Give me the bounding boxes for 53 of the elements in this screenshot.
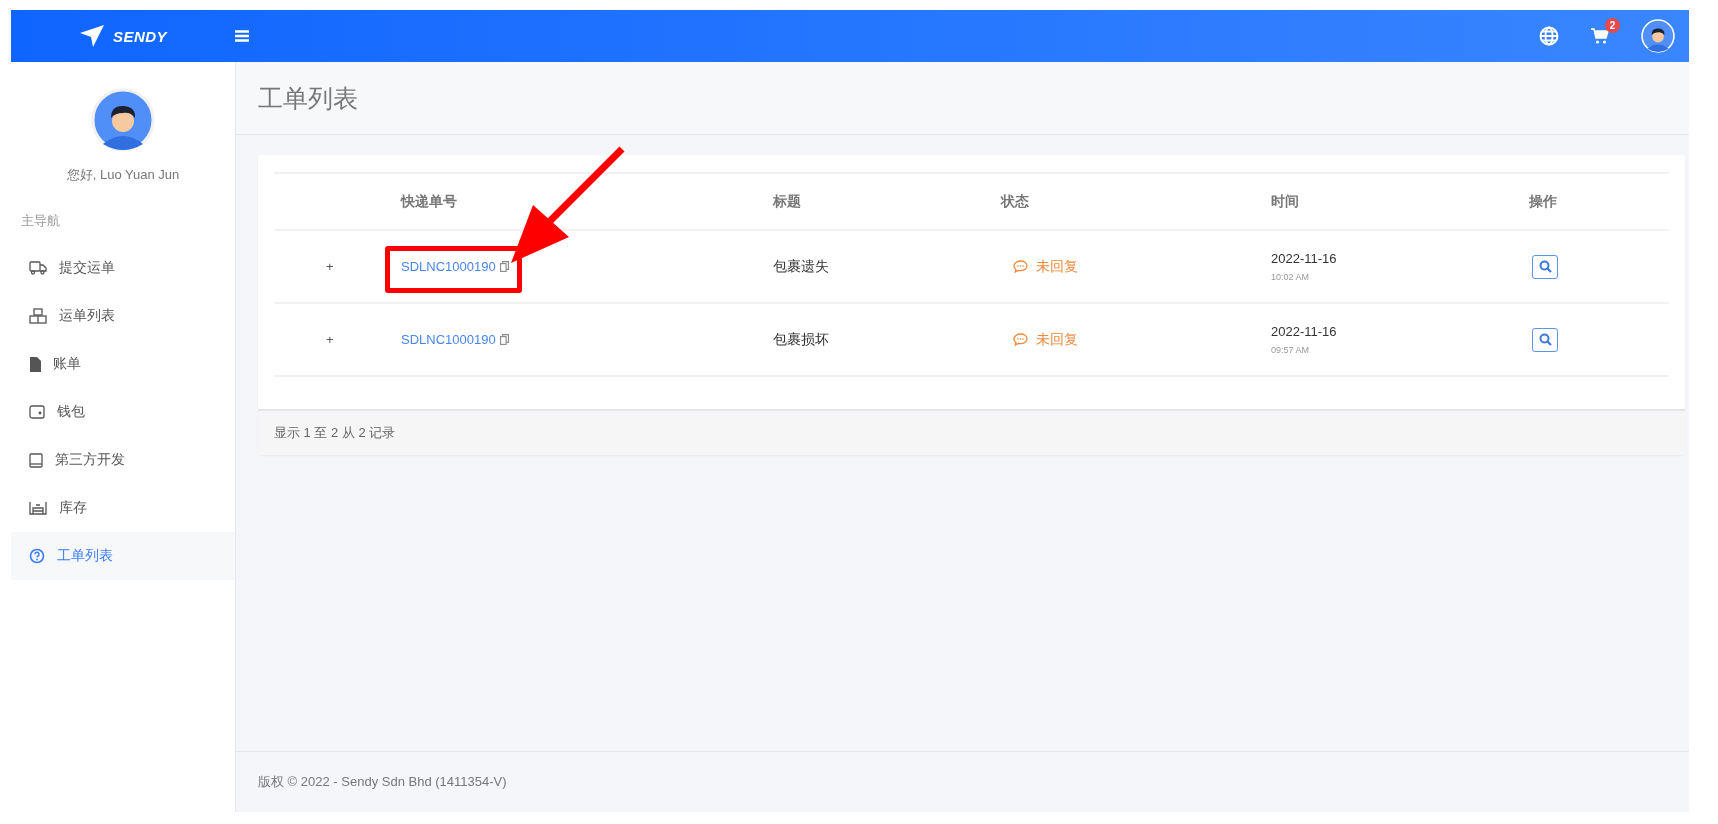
column-header: 状态 xyxy=(1001,192,1029,211)
menu-button[interactable] xyxy=(235,30,249,42)
cart-button[interactable]: 2 xyxy=(1591,18,1620,44)
nav-item[interactable]: 第三方开发 xyxy=(11,436,235,484)
avatar-icon xyxy=(1641,19,1675,53)
book-icon xyxy=(29,452,43,468)
expand-button[interactable]: + xyxy=(326,332,334,347)
paper-plane-icon xyxy=(78,24,105,48)
page-title: 工单列表 xyxy=(258,82,358,114)
tracking-number-link[interactable]: SDLNC1000190 xyxy=(401,259,496,274)
nav-item[interactable]: 钱包 xyxy=(11,388,235,436)
nav-section-label: 主导航 xyxy=(20,212,61,230)
help-icon xyxy=(29,548,45,564)
nav-item[interactable]: 提交运单 xyxy=(11,244,235,292)
user-avatar-button[interactable] xyxy=(1641,19,1675,53)
chat-bubble-icon xyxy=(1013,260,1028,273)
column-header: 时间 xyxy=(1271,192,1299,211)
nav-item[interactable]: 账单 xyxy=(11,340,235,388)
nav-item[interactable]: 工单列表 xyxy=(11,532,235,580)
column-header: 标题 xyxy=(773,192,801,211)
boxes-icon xyxy=(29,308,47,324)
wallet-icon xyxy=(29,405,45,419)
tracking-number-link[interactable]: SDLNC1000190 xyxy=(401,332,496,347)
record-summary: 显示 1 至 2 从 2 记录 xyxy=(274,424,396,442)
status-text: 未回复 xyxy=(1036,330,1078,349)
ticket-time: 10:02 AM xyxy=(1271,272,1311,282)
chat-bubble-icon xyxy=(1013,333,1028,346)
truck-icon xyxy=(29,261,47,275)
copyright-text: 版权 © 2022 - Sendy Sdn Bhd (1411354-V) xyxy=(258,773,507,791)
cart-count-badge: 2 xyxy=(1605,18,1620,33)
search-icon xyxy=(1538,333,1552,346)
ticket-title: 包裹遗失 xyxy=(773,257,830,276)
column-header: 快递单号 xyxy=(401,192,457,211)
invoice-icon xyxy=(29,356,41,372)
search-icon xyxy=(1538,260,1552,273)
nav-item[interactable]: 库存 xyxy=(11,484,235,532)
column-header: 操作 xyxy=(1529,192,1557,211)
logo-text: SENDY xyxy=(112,27,168,45)
greeting: 您好, Luo Yuan Jun xyxy=(65,166,181,184)
status-text: 未回复 xyxy=(1036,257,1078,276)
ticket-title: 包裹损坏 xyxy=(773,330,830,349)
warehouse-icon xyxy=(29,501,47,515)
nav-item[interactable]: 运单列表 xyxy=(11,292,235,340)
view-button[interactable] xyxy=(1532,254,1558,279)
ticket-date: 2022-11-16 xyxy=(1271,324,1337,339)
ticket-time: 09:57 AM xyxy=(1271,345,1311,355)
globe-icon[interactable] xyxy=(1539,26,1559,46)
copy-icon[interactable] xyxy=(499,334,509,345)
avatar-icon xyxy=(91,88,155,152)
copy-icon[interactable] xyxy=(499,261,509,272)
ticket-date: 2022-11-16 xyxy=(1271,251,1337,266)
expand-button[interactable]: + xyxy=(326,259,334,274)
view-button[interactable] xyxy=(1532,327,1558,352)
